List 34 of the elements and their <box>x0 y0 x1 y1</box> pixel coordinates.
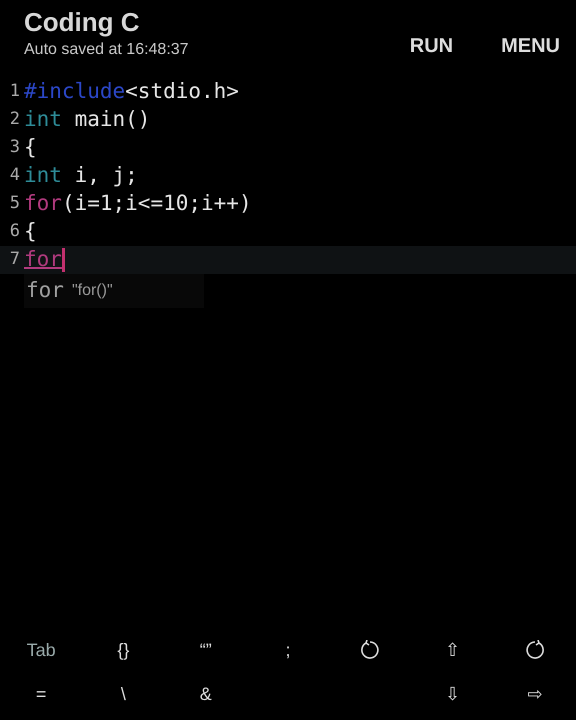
line-number: 1 <box>8 80 21 104</box>
code-keyword: int <box>24 162 62 190</box>
action-button[interactable]: MENU <box>501 22 560 70</box>
line-number: 2 <box>8 108 21 132</box>
keyboard-key[interactable]: “” <box>190 636 221 664</box>
line-number: 5 <box>8 192 21 216</box>
app-title: Coding C <box>24 6 141 38</box>
keyboard-key[interactable]: ⇧ <box>438 636 468 664</box>
code-text: i, j; <box>74 162 138 190</box>
code-text: <stdio.h> <box>125 78 239 106</box>
code-text: { <box>24 134 37 162</box>
keyboard-key[interactable]: Tab <box>26 636 56 664</box>
keyboard-key[interactable]: ⇩ <box>438 680 468 708</box>
code-text: { <box>24 218 37 246</box>
keyboard-key[interactable]: {} <box>108 636 138 664</box>
keyboard-key[interactable]: & <box>190 680 221 708</box>
code-text: main() <box>74 106 150 134</box>
line-number: 3 <box>8 136 21 160</box>
line-number: 6 <box>8 220 21 244</box>
keyboard-key[interactable]: = <box>26 680 56 708</box>
text-cursor <box>62 248 65 272</box>
line-number: 4 <box>8 164 21 188</box>
code-keyword: #include <box>24 78 126 106</box>
code-text: (i=1;i<=10;i++) <box>62 190 252 218</box>
code-keyword: for <box>24 246 62 274</box>
keyboard-key[interactable]: ; <box>272 636 303 664</box>
action-button[interactable]: RUN <box>410 22 454 70</box>
keyboard-key[interactable]: ⇨ <box>520 680 550 708</box>
line-number: 7 <box>8 248 21 272</box>
code-keyword: int <box>24 106 62 134</box>
suggestion-item[interactable]: for "for()" <box>24 274 204 308</box>
code-keyword: for <box>24 190 62 218</box>
autosave-status: Auto saved at 16:48:37 <box>24 40 189 60</box>
keyboard-key[interactable]: \ <box>108 680 138 708</box>
